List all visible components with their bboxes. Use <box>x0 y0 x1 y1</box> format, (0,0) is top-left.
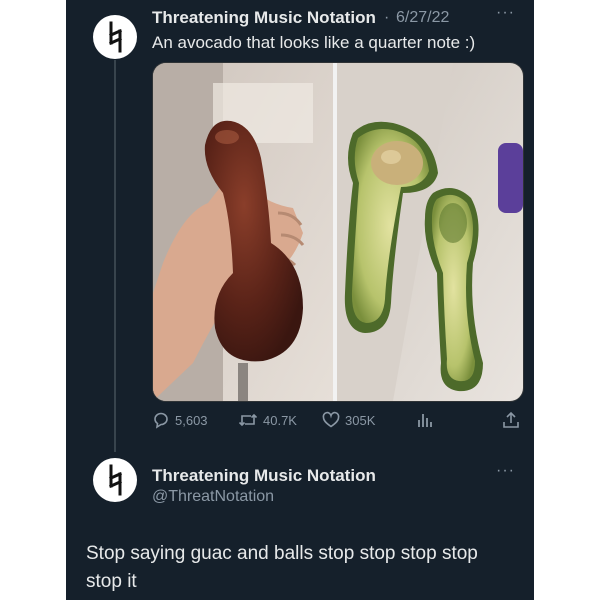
natural-sign-icon <box>109 464 122 496</box>
share-icon <box>503 411 519 428</box>
author-avatar[interactable] <box>93 15 137 59</box>
like-action[interactable]: 305K <box>322 408 375 432</box>
tweet-date[interactable]: 6/27/22 <box>396 9 449 27</box>
reply-count: 5,603 <box>175 412 208 428</box>
share-action[interactable] <box>502 408 525 432</box>
tweet-media[interactable] <box>152 62 524 402</box>
tweet-separator: · <box>384 9 390 26</box>
reply-more-icon[interactable]: ··· <box>496 462 515 480</box>
thread-connector-line <box>114 60 116 452</box>
avocado-photo <box>153 63 523 401</box>
reply-action[interactable]: 5,603 <box>152 408 208 432</box>
tweet-author-name[interactable]: Threatening Music Notation <box>152 8 376 28</box>
retweet-icon <box>238 413 258 427</box>
tweet-more-icon[interactable]: ··· <box>496 4 515 22</box>
retweet-count: 40.7K <box>263 412 297 428</box>
like-count: 305K <box>345 412 376 428</box>
views-action[interactable] <box>416 408 439 432</box>
reply-author-handle[interactable]: @ThreatNotation <box>152 488 274 506</box>
speech-bubble-icon <box>154 412 168 429</box>
tweet-thread: Threatening Music Notation · 6/27/22 ···… <box>66 0 534 600</box>
retweet-action[interactable]: 40.7K <box>238 408 297 432</box>
tweet-actions-bar: 5,603 40.7K 305K <box>152 408 522 432</box>
tweet-text: An avocado that looks like a quarter not… <box>152 33 476 52</box>
reply-author-name[interactable]: Threatening Music Notation <box>152 466 376 486</box>
bar-chart-icon <box>418 414 432 427</box>
reply-author-avatar[interactable] <box>93 458 137 502</box>
reply-text: Stop saying guac and balls stop stop sto… <box>86 543 478 592</box>
natural-sign-icon <box>109 21 122 53</box>
heart-icon <box>322 411 340 428</box>
